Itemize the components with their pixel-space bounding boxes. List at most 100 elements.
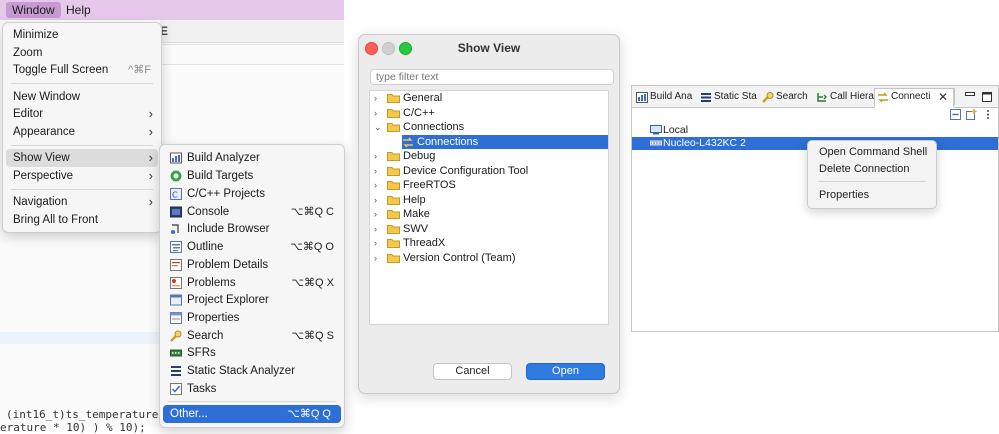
menu-item-new-window[interactable]: New Window — [3, 88, 161, 106]
tree-label: Help — [403, 193, 426, 206]
cancel-button[interactable]: Cancel — [433, 363, 512, 380]
show-view-submenu: Build Analyzer Build Targets C C/C++ Pro… — [159, 144, 345, 428]
connections-view-icon — [878, 92, 888, 103]
tab-label: Search — [776, 91, 808, 102]
view-tree: › General › C/C++ ⌄ Connections Connections… — [369, 90, 609, 325]
close-icon[interactable]: ✕ — [938, 89, 948, 105]
code-line: erature * 10) ) % 10); — [0, 421, 146, 434]
menu-help[interactable]: Help — [60, 2, 97, 18]
menu-item-zoom[interactable]: Zoom — [3, 44, 161, 62]
view-item-include-browser[interactable]: Include Browser — [160, 220, 344, 238]
maximize-icon[interactable] — [982, 92, 992, 102]
static-stack-analyzer-icon — [171, 366, 181, 376]
menu-item-editor[interactable]: Editor › — [3, 105, 161, 123]
folder-icon — [387, 94, 400, 103]
view-item-label: Problem Details — [187, 259, 269, 271]
view-item-label: Other... — [170, 408, 208, 420]
folder-icon — [387, 108, 400, 118]
menu-item-perspective[interactable]: Perspective › — [3, 167, 161, 185]
tree-folder-cpp[interactable]: › C/C++ — [370, 106, 608, 121]
view-menu-icon[interactable] — [985, 109, 991, 120]
context-item-delete-connection[interactable]: Delete Connection — [819, 161, 910, 177]
view-item-project-explorer[interactable]: Project Explorer — [160, 291, 344, 309]
tree-folder-version-control[interactable]: › Version Control (Team) — [370, 251, 608, 266]
menu-window[interactable]: Window — [6, 2, 61, 18]
view-item-console[interactable]: Console ⌥⌘Q C — [160, 203, 344, 221]
tab-call-hierarchy[interactable]: Call Hiera — [814, 89, 874, 105]
tree-folder-debug[interactable]: › Debug — [370, 149, 608, 164]
tree-folder-general[interactable]: › General — [370, 91, 608, 106]
connections-view-icon — [403, 137, 413, 147]
view-item-build-targets[interactable]: Build Targets — [160, 167, 344, 185]
menu-separator — [818, 181, 926, 182]
menu-item-navigation[interactable]: Navigation › — [3, 193, 161, 211]
minimize-icon[interactable] — [965, 92, 975, 102]
tree-item-connections-view[interactable]: Connections — [402, 134, 608, 149]
dialog-title: Show View — [457, 41, 521, 55]
menu-separator — [11, 189, 153, 190]
view-item-build-analyzer[interactable]: Build Analyzer — [160, 149, 344, 167]
view-item-static-stack-analyzer[interactable]: Static Stack Analyzer — [160, 362, 344, 380]
tab-label: Static Sta — [714, 91, 757, 102]
context-item-properties[interactable]: Properties — [819, 187, 869, 203]
filter-input[interactable] — [370, 69, 614, 85]
menu-item-label: Toggle Full Screen — [13, 64, 109, 76]
tab-static-stack-analyzer[interactable]: Static Sta — [698, 89, 757, 105]
open-button[interactable]: Open — [526, 363, 605, 380]
tree-label: FreeRTOS — [403, 179, 456, 191]
code-line: (int16_t)ts_temperature, — [6, 408, 165, 421]
view-item-problems[interactable]: Problems ⌥⌘Q X — [160, 274, 344, 292]
view-item-label: Include Browser — [187, 223, 270, 235]
outline-icon — [170, 241, 182, 253]
menu-item-label: Bring All to Front — [13, 214, 99, 226]
menu-item-label: Show View — [13, 152, 70, 164]
chevron-right-icon: › — [374, 180, 377, 190]
tree-folder-device-configuration-tool[interactable]: › Device Configuration Tool — [370, 164, 608, 179]
connection-label: Nucleo-L432KC 2 — [663, 137, 746, 149]
menu-item-appearance[interactable]: Appearance › — [3, 123, 161, 141]
view-item-search[interactable]: Search ⌥⌘Q S — [160, 327, 344, 345]
view-window-controls — [954, 88, 999, 105]
view-item-sfrs[interactable]: SFRs — [160, 344, 344, 362]
context-item-open-command-shell[interactable]: Open Command Shell — [819, 144, 927, 160]
menu-item-minimize[interactable]: Minimize — [3, 26, 161, 44]
search-icon — [762, 92, 774, 103]
tab-build-analyzer[interactable]: Build Ana — [634, 89, 694, 105]
menu-item-bring-all-to-front[interactable]: Bring All to Front — [3, 211, 161, 229]
menu-item-toggle-full-screen[interactable]: Toggle Full Screen ^⌘F — [3, 61, 161, 79]
view-item-cpp-projects[interactable]: C C/C++ Projects — [160, 185, 344, 203]
tree-folder-help[interactable]: › Help — [370, 193, 608, 208]
view-item-label: Build Targets — [187, 170, 254, 182]
tree-folder-connections[interactable]: ⌄ Connections — [370, 120, 608, 135]
new-connection-icon[interactable] — [966, 109, 977, 120]
menu-item-label: New Window — [13, 91, 81, 103]
connection-node-local[interactable]: Local — [632, 124, 998, 137]
problems-icon — [170, 277, 182, 289]
editor-divider — [160, 64, 344, 65]
tree-folder-freertos[interactable]: › FreeRTOS — [370, 178, 608, 193]
view-item-other[interactable]: Other... ⌥⌘Q Q — [163, 405, 341, 423]
tab-connections[interactable]: Connecti ✕ — [874, 88, 954, 108]
shortcut-label: ⌥⌘Q X — [291, 277, 334, 289]
build-analyzer-icon — [170, 152, 182, 164]
shortcut-label: ^⌘F — [128, 64, 151, 76]
shortcut-label: ⌥⌘Q S — [291, 330, 334, 342]
tree-label: Version Control (Team) — [403, 251, 516, 264]
tree-folder-swv[interactable]: › SWV — [370, 222, 608, 237]
build-targets-icon — [170, 170, 182, 182]
menu-item-show-view[interactable]: Show View › — [6, 149, 158, 167]
view-item-properties[interactable]: Properties — [160, 309, 344, 327]
shortcut-label: ⌥⌘Q C — [290, 206, 334, 218]
view-item-outline[interactable]: Outline ⌥⌘Q O — [160, 238, 344, 256]
build-analyzer-icon — [636, 92, 648, 103]
folder-icon — [387, 152, 400, 161]
connection-context-menu: Open Command Shell Delete Connection Pro… — [807, 140, 937, 209]
collapse-all-icon[interactable] — [950, 109, 961, 120]
view-item-problem-details[interactable]: Problem Details — [160, 256, 344, 274]
view-item-tasks[interactable]: Tasks — [160, 380, 344, 398]
tree-folder-threadx[interactable]: › ThreadX — [370, 236, 608, 251]
tree-label: Debug — [403, 150, 436, 162]
tree-folder-make[interactable]: › Make — [370, 207, 608, 222]
tab-search[interactable]: Search — [760, 89, 812, 105]
show-view-dialog: Show View › General › C/C++ ⌄ Connections C… — [358, 34, 620, 394]
